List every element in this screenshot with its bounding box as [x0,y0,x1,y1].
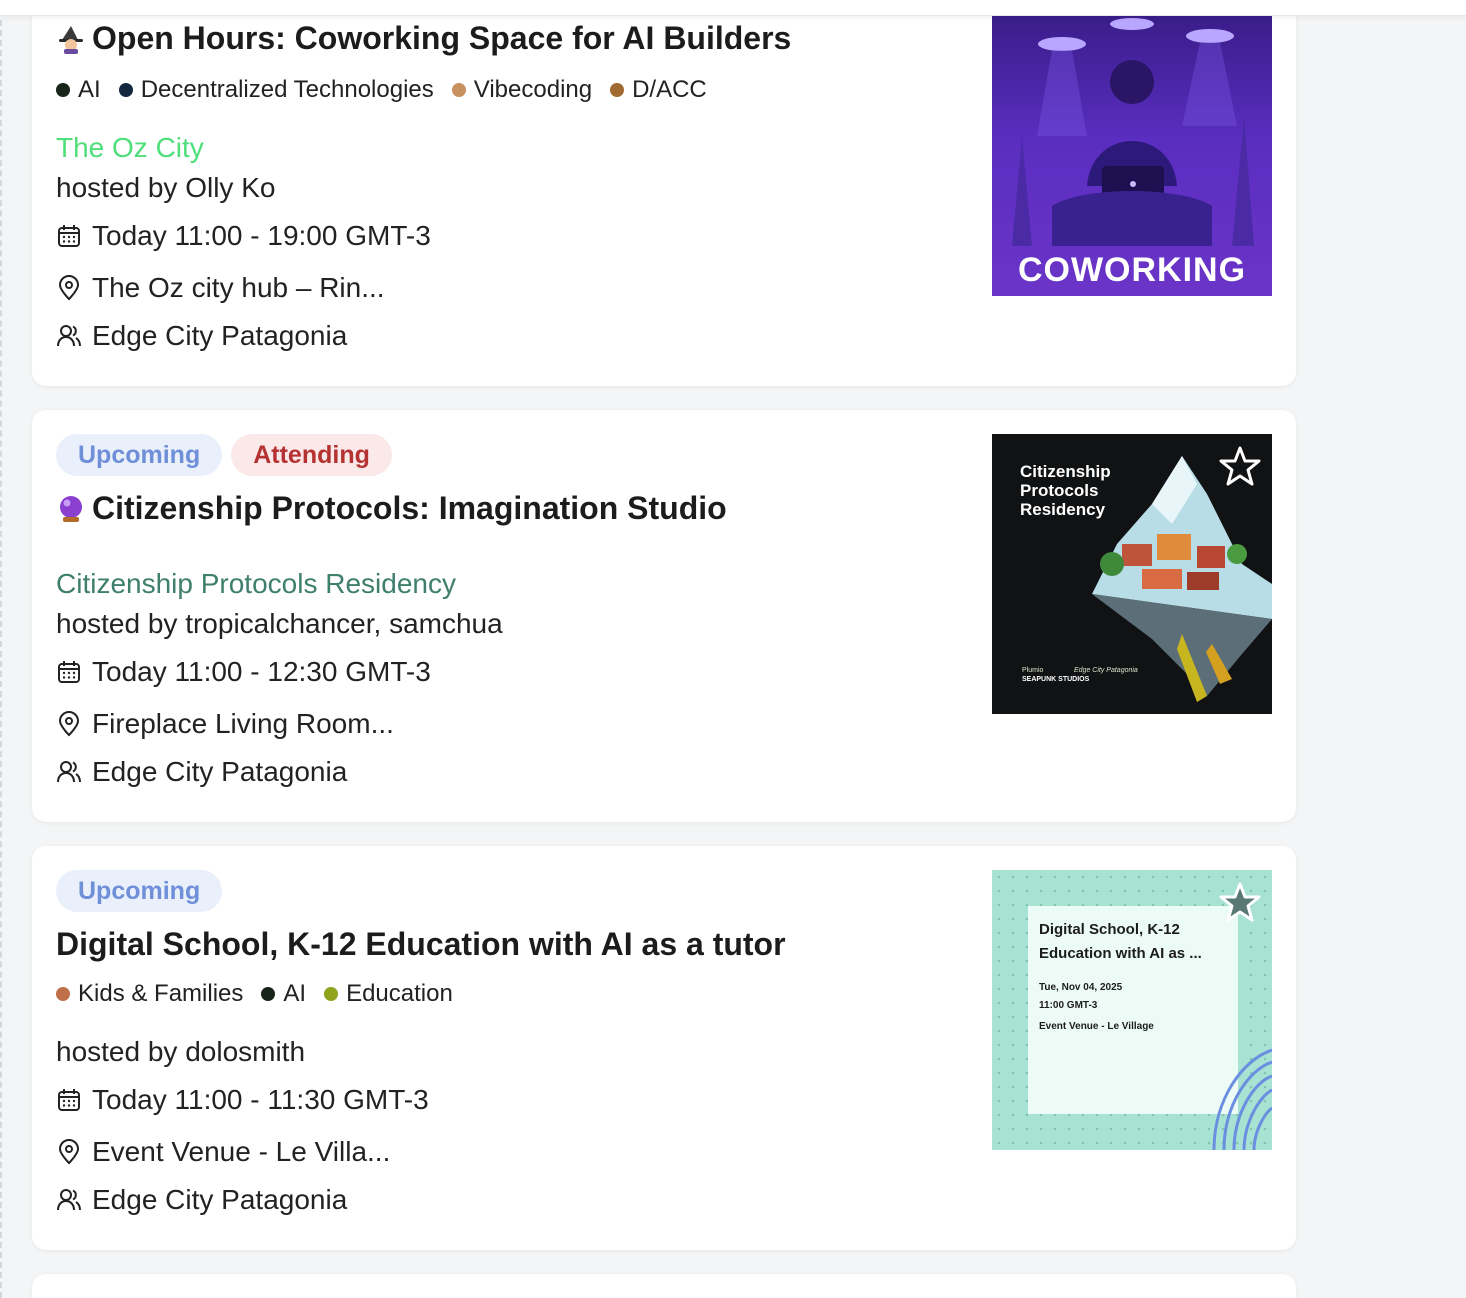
tag-list: Kids & Families AI Education [56,980,453,1008]
tag[interactable]: AI [56,76,101,104]
tag[interactable]: Education [324,980,453,1008]
status-badges: Upcoming Attending [56,434,392,476]
event-community: Edge City Patagonia [92,1184,348,1215]
tag-label: Vibecoding [473,76,593,103]
event-location-row: The Oz city hub – Rin... [56,272,385,304]
status-badges: Upcoming [56,870,223,912]
event-community-row: Edge City Patagonia [56,756,347,788]
tag-label: D/ACC [632,76,707,103]
tag-label: AI [78,76,101,103]
crystal-ball-emoji-icon [60,495,82,522]
tag[interactable]: Vibecoding [451,76,593,104]
location-pin-icon [58,275,80,301]
event-title[interactable]: Digital School, K-12 Education with AI a… [56,926,786,963]
tag-dot-icon [610,83,625,97]
event-location: Event Venue - Le Villa... [92,1136,391,1167]
host-text: hosted by tropicalchancer, samchua [56,608,503,639]
event-time: Today 11:00 - 19:00 GMT-3 [92,220,431,251]
calendar-icon [58,1089,80,1111]
calendar-icon [58,225,80,247]
logo-seapunk: SEAPUNK STUDIOS [1022,676,1090,683]
logo-edge-city: Edge City Patagonia [1074,667,1138,674]
event-cover-image[interactable]: COWORKING [992,16,1272,296]
event-title-text: Citizenship Protocols: Imagination Studi… [92,490,727,526]
event-title[interactable]: Citizenship Protocols: Imagination Studi… [56,490,727,527]
event-card[interactable]: Open Hours: Coworking Space for AI Build… [32,0,1296,386]
tag[interactable]: Kids & Families [56,980,243,1008]
event-title-text: Digital School, K-12 Education with AI a… [56,926,786,962]
event-cover-image[interactable]: Citizenship Protocols Residency Plumio E… [992,434,1272,714]
tag-dot-icon [118,83,133,97]
cover-image-caption: COWORKING [1017,251,1247,289]
event-time-row: Today 11:00 - 12:30 GMT-3 [56,656,431,688]
location-pin-icon [58,1139,80,1165]
tag-dot-icon [56,83,70,97]
event-list-page: Open Hours: Coworking Space for AI Build… [0,0,1466,1298]
tag-label: Kids & Families [78,980,244,1007]
event-community: Edge City Patagonia [92,756,348,787]
coworking-illustration [1012,18,1254,246]
event-time: Today 11:00 - 11:30 GMT-3 [92,1084,429,1115]
tag[interactable]: Decentralized Technologies [118,76,434,104]
left-rail-divider [0,0,6,1298]
organizer-link[interactable]: The Oz City [56,132,204,164]
event-card[interactable] [32,1274,1296,1298]
event-location: Fireplace Living Room... [92,708,394,739]
event-community-row: Edge City Patagonia [56,1184,347,1216]
people-icon [57,1189,81,1211]
event-title-text: Open Hours: Coworking Space for AI Build… [92,20,792,56]
event-time: Today 11:00 - 12:30 GMT-3 [92,656,431,687]
host-text: hosted by Olly Ko [56,172,276,203]
tag-dot-icon [261,987,276,1001]
tag[interactable]: D/ACC [610,76,707,104]
tag-label: Decentralized Technologies [140,76,434,103]
event-time-row: Today 11:00 - 11:30 GMT-3 [56,1084,429,1116]
host-text: hosted by dolosmith [56,1036,306,1067]
tag-label: Education [346,980,453,1007]
cover-image-logo: Plumio Edge City Patagonia SEAPUNK STUDI… [1022,666,1138,684]
tag-label: AI [283,980,307,1007]
event-title[interactable]: Open Hours: Coworking Space for AI Build… [56,20,791,57]
star-favorite-icon[interactable] [1218,880,1262,924]
event-location-row: Event Venue - Le Villa... [56,1136,390,1168]
event-location-row: Fireplace Living Room... [56,708,394,740]
organizer-link[interactable]: Citizenship Protocols Residency [56,568,456,600]
event-community-row: Edge City Patagonia [56,320,347,352]
tag[interactable]: AI [261,980,306,1008]
event-time-row: Today 11:00 - 19:00 GMT-3 [56,220,431,252]
calendar-icon [58,661,80,683]
witch-emoji-icon [59,25,83,54]
event-cover-image[interactable]: Digital School, K-12 Education with AI a… [992,870,1272,1150]
star-favorite-icon[interactable] [1218,444,1262,488]
top-bar [0,0,1466,16]
event-card[interactable]: Upcoming Attending Citizenship Protocols… [32,410,1296,822]
event-location: The Oz city hub – Rin... [92,272,385,303]
tag-dot-icon [324,987,339,1001]
location-pin-icon [58,711,80,737]
tag-dot-icon [56,987,70,1001]
people-icon [57,761,81,783]
event-card[interactable]: Upcoming Digital School, K-12 Education … [32,846,1296,1250]
tag-dot-icon [451,83,466,97]
tag-list: AI Decentralized Technologies Vibecoding… [56,76,707,104]
attending-badge: Attending [231,434,392,476]
people-icon [57,325,81,347]
upcoming-badge: Upcoming [56,434,223,476]
upcoming-badge: Upcoming [56,870,223,912]
event-community: Edge City Patagonia [92,320,348,351]
